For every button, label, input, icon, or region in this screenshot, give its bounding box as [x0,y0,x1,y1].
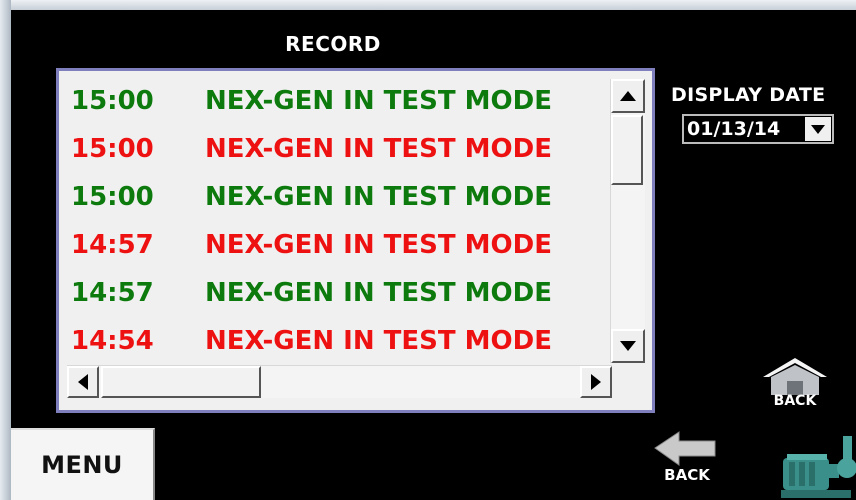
chevron-down-icon [811,125,825,134]
display-date-dropdown[interactable]: 01/13/14 [682,114,834,144]
arrow-down-icon [620,341,636,351]
record-message: NEX-GEN IN TEST MODE [205,230,552,260]
home-back-button[interactable]: BACK [757,355,833,415]
horizontal-scroll-thumb[interactable] [101,366,261,398]
arrow-right-icon [591,374,601,390]
pump-button[interactable] [779,430,856,500]
window-frame-left [0,0,11,500]
record-time: 15:00 [71,182,154,212]
back-label: BACK [664,466,710,484]
scroll-up-button[interactable] [611,79,645,113]
record-time: 14:57 [71,278,154,308]
record-message: NEX-GEN IN TEST MODE [205,134,552,164]
record-message: NEX-GEN IN TEST MODE [205,182,552,212]
record-message: NEX-GEN IN TEST MODE [205,326,552,356]
vertical-scrollbar[interactable] [610,79,645,363]
arrow-up-icon [620,91,636,101]
window-frame-top [0,0,856,10]
horizontal-scrollbar[interactable] [67,365,612,398]
record-row[interactable]: 15:00 NEX-GEN IN TEST MODE [71,127,611,171]
record-row[interactable]: 15:00 NEX-GEN IN TEST MODE [71,175,611,219]
scroll-right-button[interactable] [580,366,612,398]
record-time: 14:57 [71,230,154,260]
scrollbar-corner [612,365,644,397]
record-row[interactable]: 14:57 NEX-GEN IN TEST MODE [71,271,611,315]
home-icon [763,358,827,395]
vertical-scroll-thumb[interactable] [611,115,643,185]
record-message: NEX-GEN IN TEST MODE [205,86,552,116]
record-list[interactable]: 15:00 NEX-GEN IN TEST MODE 15:00 NEX-GEN… [56,68,655,413]
pump-icon [781,436,856,498]
record-message: NEX-GEN IN TEST MODE [205,278,552,308]
display-date-label: DISPLAY DATE [671,84,826,106]
record-row[interactable]: 15:00 NEX-GEN IN TEST MODE [71,79,611,123]
menu-button[interactable]: MENU [11,428,155,500]
record-row[interactable]: 14:57 NEX-GEN IN TEST MODE [71,223,611,267]
dropdown-button[interactable] [805,117,831,141]
record-time: 15:00 [71,134,154,164]
home-back-label: BACK [773,393,817,409]
back-button[interactable]: BACK [651,428,723,498]
scroll-down-button[interactable] [611,329,645,363]
record-row[interactable]: 14:54 NEX-GEN IN TEST MODE [71,319,611,363]
left-arrow-icon [654,431,716,466]
display-date-value: 01/13/14 [687,118,781,140]
arrow-left-icon [78,374,88,390]
record-time: 14:54 [71,326,154,356]
page-title: RECORD [285,32,381,56]
scroll-left-button[interactable] [67,366,99,398]
record-time: 15:00 [71,86,154,116]
hmi-screen: RECORD 15:00 NEX-GEN IN TEST MODE 15:00 … [11,10,856,500]
